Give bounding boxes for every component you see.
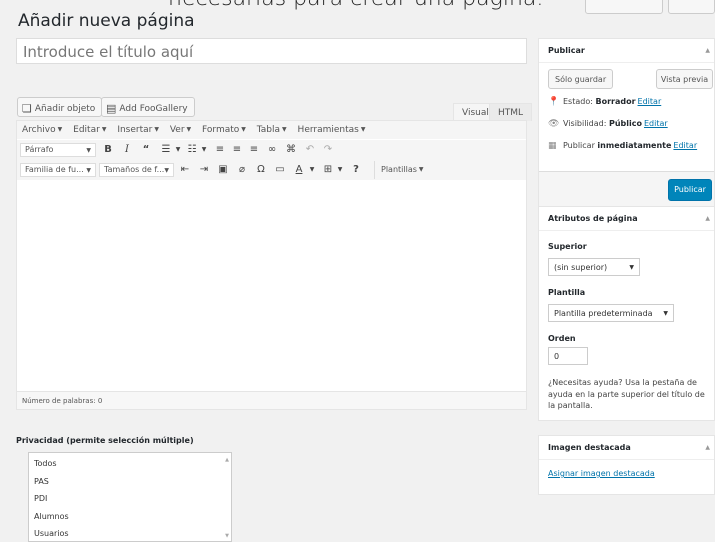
pin-icon: 📍 bbox=[548, 97, 560, 107]
privacy-label: Privacidad (permite selección múltiple) bbox=[16, 436, 194, 445]
publish-box: Publicar ▲ Sólo guardar Vista previa 📍 Est… bbox=[538, 38, 715, 209]
align-left-icon[interactable]: ≡ bbox=[213, 143, 227, 157]
template-label: Plantilla bbox=[548, 288, 586, 297]
link-icon[interactable]: ∞ bbox=[265, 143, 279, 157]
content-editor[interactable]: Archivo ▼ Editar ▼ Insertar ▼ Ver ▼ Formato ▼… bbox=[16, 120, 527, 410]
paste-text-icon[interactable]: ▣ bbox=[216, 163, 230, 177]
add-object-button[interactable]: ❏ Añadir objeto bbox=[17, 97, 103, 117]
scroll-down-icon[interactable]: ▼ bbox=[225, 533, 229, 539]
status-line: 📍 Estado: Borrador Editar bbox=[548, 97, 662, 107]
format-select[interactable]: Párrafo ▼ bbox=[20, 143, 96, 157]
scroll-up-icon[interactable]: ▲ bbox=[225, 457, 229, 463]
font-family-select[interactable]: Familia de fu... ▼ bbox=[20, 163, 96, 177]
menu-formato[interactable]: Formato ▼ bbox=[202, 125, 246, 135]
tutorial-caption: necesarias para crear una página. bbox=[168, 0, 588, 11]
parent-select[interactable]: (sin superior) ▼ bbox=[548, 258, 640, 276]
help-text: ¿Necesitas ayuda? Usa la pestaña de ayud… bbox=[548, 378, 705, 410]
list-item[interactable]: Todos bbox=[29, 455, 231, 473]
collapse-icon[interactable]: ▲ bbox=[705, 444, 710, 451]
templates-menu[interactable]: Plantillas ▼ bbox=[381, 165, 424, 174]
attributes-box-header[interactable]: Atributos de página ▲ bbox=[539, 207, 714, 231]
visibility-line: 👁 Visibilidad: Público Editar bbox=[548, 119, 668, 129]
tab-html[interactable]: HTML bbox=[489, 103, 533, 121]
calendar-icon: ▦ bbox=[548, 141, 557, 151]
add-foogallery-button[interactable]: ▤ Add FooGallery bbox=[101, 97, 195, 117]
list-item[interactable]: PAS bbox=[29, 473, 231, 491]
page-title: Añadir nueva página bbox=[18, 11, 195, 31]
undo-icon[interactable]: ↶ bbox=[303, 143, 317, 157]
unlink-icon[interactable]: ⌘ bbox=[284, 143, 298, 157]
chevron-down-icon: ▼ bbox=[629, 264, 634, 271]
top-button[interactable] bbox=[668, 0, 715, 14]
toolbar-row-2: Familia de fu... ▼ Tamaños de f... ▼ ⇤ ⇥ ▣… bbox=[17, 160, 526, 180]
publish-actions: Publicar bbox=[539, 171, 714, 209]
assign-featured-image-link[interactable]: Asignar imagen destacada bbox=[548, 469, 655, 478]
chevron-down-icon[interactable]: ▼ bbox=[197, 143, 211, 157]
chevron-down-icon[interactable]: ▼ bbox=[171, 143, 185, 157]
menu-ver[interactable]: Ver ▼ bbox=[170, 125, 191, 135]
chevron-down-icon[interactable]: ▼ bbox=[333, 163, 347, 177]
edit-schedule-link[interactable]: Editar bbox=[673, 141, 697, 150]
font-size-select[interactable]: Tamaños de f... ▼ bbox=[99, 163, 174, 177]
list-item[interactable]: Alumnos bbox=[29, 508, 231, 526]
top-button[interactable] bbox=[585, 0, 663, 14]
page-attributes-box: Atributos de página ▲ Superior (sin super… bbox=[538, 206, 715, 421]
list-item[interactable]: PDI bbox=[29, 490, 231, 508]
gallery-icon: ▤ bbox=[106, 102, 117, 115]
blockquote-icon[interactable]: “ bbox=[139, 143, 153, 157]
redo-icon[interactable]: ↷ bbox=[321, 143, 335, 157]
chevron-down-icon[interactable]: ▼ bbox=[305, 163, 319, 177]
title-input[interactable]: Introduce el título aquí bbox=[16, 38, 527, 64]
indent-icon[interactable]: ⇥ bbox=[197, 163, 211, 177]
toolbar-row-1: Párrafo ▼ B I “ ☰ ▼ ☷ ▼ ≡ ≡ ≡ ∞ ⌘ ↶ ↷ bbox=[17, 140, 526, 160]
menu-tabla[interactable]: Tabla ▼ bbox=[257, 125, 287, 135]
hr-icon[interactable]: ▭ bbox=[273, 163, 287, 177]
align-center-icon[interactable]: ≡ bbox=[230, 143, 244, 157]
editor-menubar: Archivo ▼ Editar ▼ Insertar ▼ Ver ▼ Formato ▼… bbox=[17, 121, 526, 139]
bold-icon[interactable]: B bbox=[101, 143, 115, 157]
menu-herramientas[interactable]: Herramientas ▼ bbox=[298, 125, 366, 135]
privacy-listbox[interactable]: Todos PAS PDI Alumnos Usuarios ▲ ▼ bbox=[28, 452, 232, 542]
clear-format-icon[interactable]: ⌀ bbox=[235, 163, 249, 177]
featured-box-header[interactable]: Imagen destacada ▲ bbox=[539, 436, 714, 460]
outdent-icon[interactable]: ⇤ bbox=[178, 163, 192, 177]
schedule-line: ▦ Publicar inmediatamente Editar bbox=[548, 141, 698, 151]
media-icon: ❏ bbox=[22, 102, 32, 115]
order-input[interactable]: 0 bbox=[548, 347, 588, 365]
help-icon[interactable]: ? bbox=[349, 163, 363, 177]
chevron-down-icon: ▼ bbox=[663, 310, 668, 317]
template-select[interactable]: Plantilla predeterminada ▼ bbox=[548, 304, 674, 322]
align-right-icon[interactable]: ≡ bbox=[247, 143, 261, 157]
menu-insertar[interactable]: Insertar ▼ bbox=[117, 125, 159, 135]
collapse-icon[interactable]: ▲ bbox=[705, 47, 710, 54]
menu-archivo[interactable]: Archivo ▼ bbox=[22, 125, 62, 135]
save-draft-button[interactable]: Sólo guardar bbox=[548, 69, 614, 89]
order-label: Orden bbox=[548, 334, 576, 343]
collapse-icon[interactable]: ▲ bbox=[705, 215, 710, 222]
publish-box-header[interactable]: Publicar ▲ bbox=[539, 39, 714, 63]
edit-visibility-link[interactable]: Editar bbox=[644, 119, 668, 128]
edit-status-link[interactable]: Editar bbox=[638, 97, 662, 106]
preview-button[interactable]: Vista previa bbox=[656, 69, 713, 89]
special-char-icon[interactable]: Ω bbox=[254, 163, 268, 177]
publish-button[interactable]: Publicar bbox=[668, 179, 712, 201]
eye-icon: 👁 bbox=[548, 119, 560, 129]
featured-image-box: Imagen destacada ▲ Asignar imagen destaca… bbox=[538, 435, 715, 495]
list-item[interactable]: Usuarios bbox=[29, 525, 231, 541]
italic-icon[interactable]: I bbox=[120, 143, 134, 157]
parent-label: Superior bbox=[548, 242, 587, 251]
word-count: Número de palabras: 0 bbox=[17, 391, 526, 409]
text-color-icon[interactable]: A bbox=[292, 163, 306, 177]
menu-editar[interactable]: Editar ▼ bbox=[73, 125, 106, 135]
